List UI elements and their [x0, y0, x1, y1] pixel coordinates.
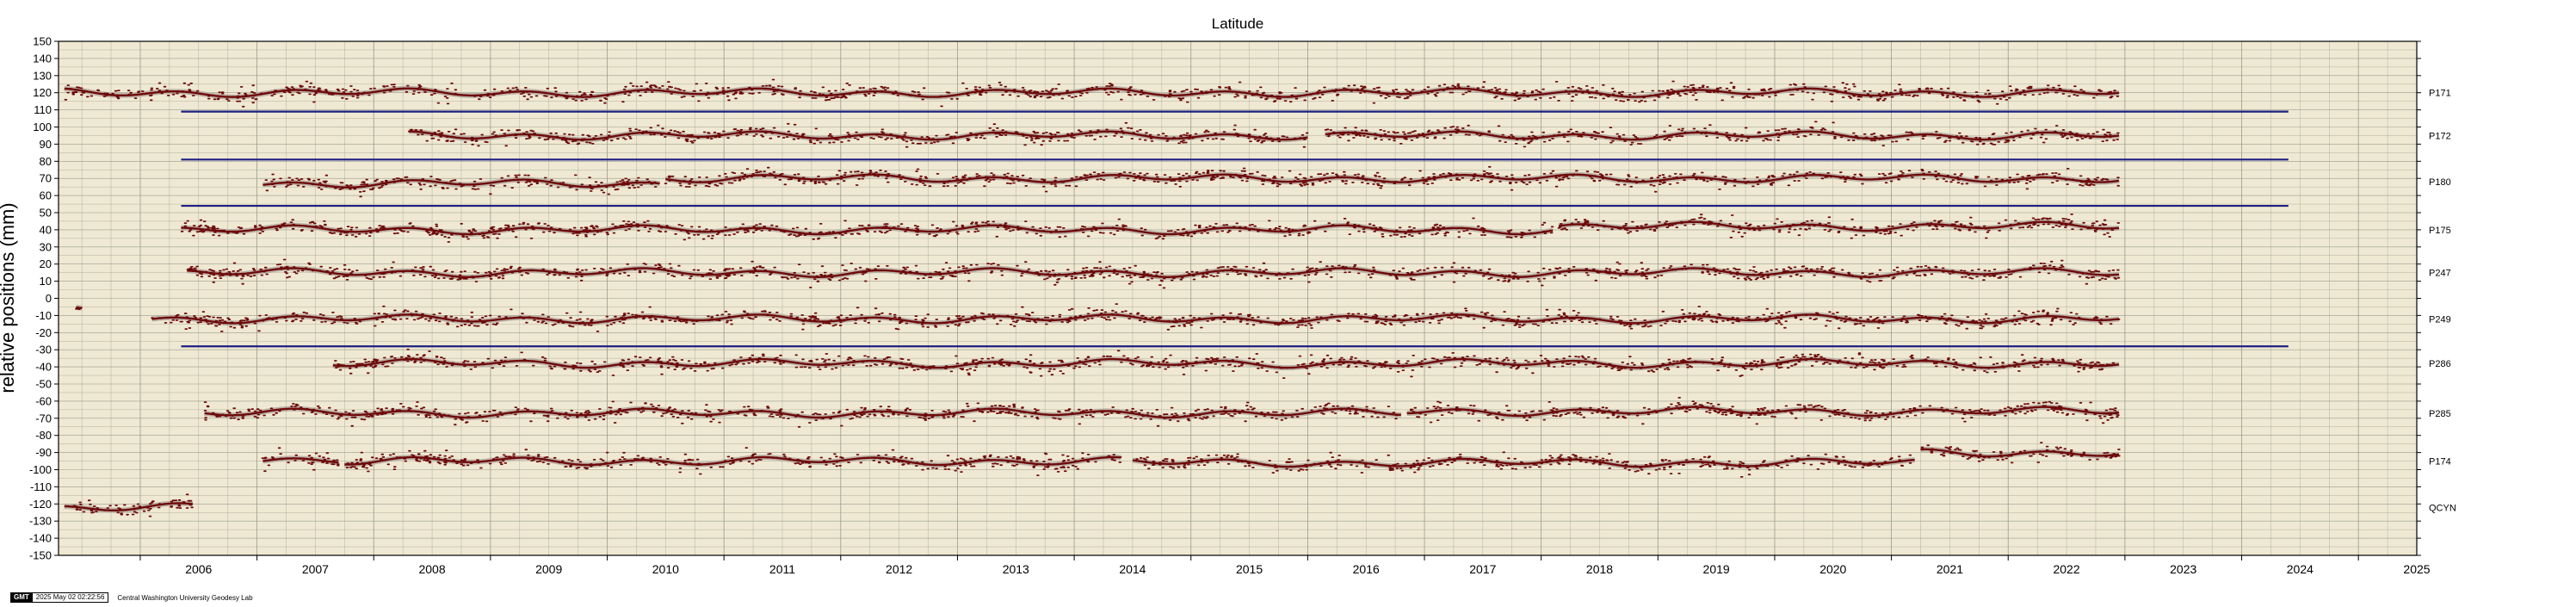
station-label-p285: P285 — [2429, 409, 2451, 419]
grid — [59, 40, 2418, 556]
x-tick-label: 2022 — [2053, 562, 2079, 576]
y-tick-label: -50 — [35, 378, 52, 391]
x-tick-label: 2010 — [652, 562, 679, 576]
y-tick-label: -20 — [35, 326, 52, 339]
y-tick-label: 0 — [46, 292, 52, 305]
station-label-p247: P247 — [2429, 269, 2451, 279]
x-tick-label: 2007 — [302, 562, 329, 576]
station-label-p174: P174 — [2429, 457, 2451, 468]
y-tick-label: -150 — [29, 549, 52, 562]
x-tick-label: 2019 — [1703, 562, 1730, 576]
x-tick-label: 2024 — [2287, 562, 2313, 576]
y-tick-label: 40 — [40, 223, 52, 236]
y-tick-label: 10 — [40, 275, 52, 288]
x-tick-label: 2025 — [2403, 562, 2430, 576]
station-label-p249: P249 — [2429, 314, 2451, 325]
y-tick-label: 50 — [40, 207, 52, 220]
timestamp: 2025 May 02 02:22:56 — [32, 592, 109, 603]
chart-title: Latitude — [1212, 15, 1264, 32]
y-tick-label: 100 — [33, 121, 52, 133]
x-tick-label: 2021 — [1937, 562, 1963, 576]
y-tick-label: 140 — [33, 52, 52, 65]
x-tick-label: 2006 — [185, 562, 212, 576]
x-tick-label: 2020 — [1819, 562, 1846, 576]
y-tick-label: 150 — [33, 35, 52, 48]
y-tick-label: 20 — [40, 257, 52, 270]
x-tick-label: 2014 — [1119, 562, 1146, 576]
x-tick-label: 2011 — [769, 562, 795, 576]
station-label-p172: P172 — [2429, 131, 2451, 141]
y-tick-label: 130 — [33, 69, 52, 82]
y-tick-label: -30 — [35, 344, 52, 356]
station-label-p286: P286 — [2429, 359, 2451, 369]
footer: GMT 2025 May 02 02:22:56 Central Washing… — [10, 592, 253, 603]
station-label-p180: P180 — [2429, 177, 2451, 188]
y-tick-label: 90 — [40, 138, 52, 151]
station-label-p171: P171 — [2429, 89, 2451, 99]
y-tick-label: 30 — [40, 240, 52, 253]
y-tick-label: -40 — [35, 361, 52, 374]
y-tick-label: -60 — [35, 394, 52, 407]
x-tick-label: 2015 — [1236, 562, 1263, 576]
station-labels: P171 P172 P180 P175 P247 P249 P286 P285 P174 QCYN — [2429, 89, 2456, 514]
y-tick-label: -140 — [29, 532, 52, 545]
y-tick-label: -120 — [29, 498, 52, 511]
station-label-p175: P175 — [2429, 226, 2451, 236]
x-axis: 2006 2007 2008 2009 2010 2011 2012 2013 2014 2015… — [139, 555, 2431, 576]
y-tick-label: -130 — [29, 515, 52, 528]
x-tick-label: 2017 — [1469, 562, 1496, 576]
y-axis-label: relative positions (mm) — [0, 202, 18, 393]
y-tick-label: 80 — [40, 155, 52, 168]
y-tick-label: -100 — [29, 463, 52, 476]
x-tick-label: 2009 — [535, 562, 562, 576]
y-tick-label: -70 — [35, 412, 52, 424]
y-tick-label: 70 — [40, 172, 52, 185]
y-tick-label: 60 — [40, 189, 52, 202]
station-label-qcyn: QCYN — [2429, 503, 2456, 513]
gmt-logo: GMT — [10, 592, 33, 603]
x-tick-label: 2013 — [1003, 562, 1029, 576]
y-tick-label: 120 — [33, 86, 52, 99]
x-tick-label: 2008 — [418, 562, 445, 576]
x-tick-label: 2023 — [2170, 562, 2196, 576]
x-tick-label: 2012 — [886, 562, 912, 576]
latitude-chart: 1501401301201101009080706050403020100-10… — [0, 15, 2456, 576]
x-tick-label: 2018 — [1586, 562, 1613, 576]
y-tick-label: -110 — [30, 480, 52, 493]
y-tick-label: -10 — [35, 309, 52, 322]
x-tick-label: 2016 — [1353, 562, 1380, 576]
lab-credit: Central Washington University Geodesy La… — [117, 593, 253, 602]
y-tick-label: -90 — [35, 446, 52, 459]
y-tick-label: 110 — [34, 103, 52, 116]
y-tick-label: -80 — [35, 429, 52, 442]
